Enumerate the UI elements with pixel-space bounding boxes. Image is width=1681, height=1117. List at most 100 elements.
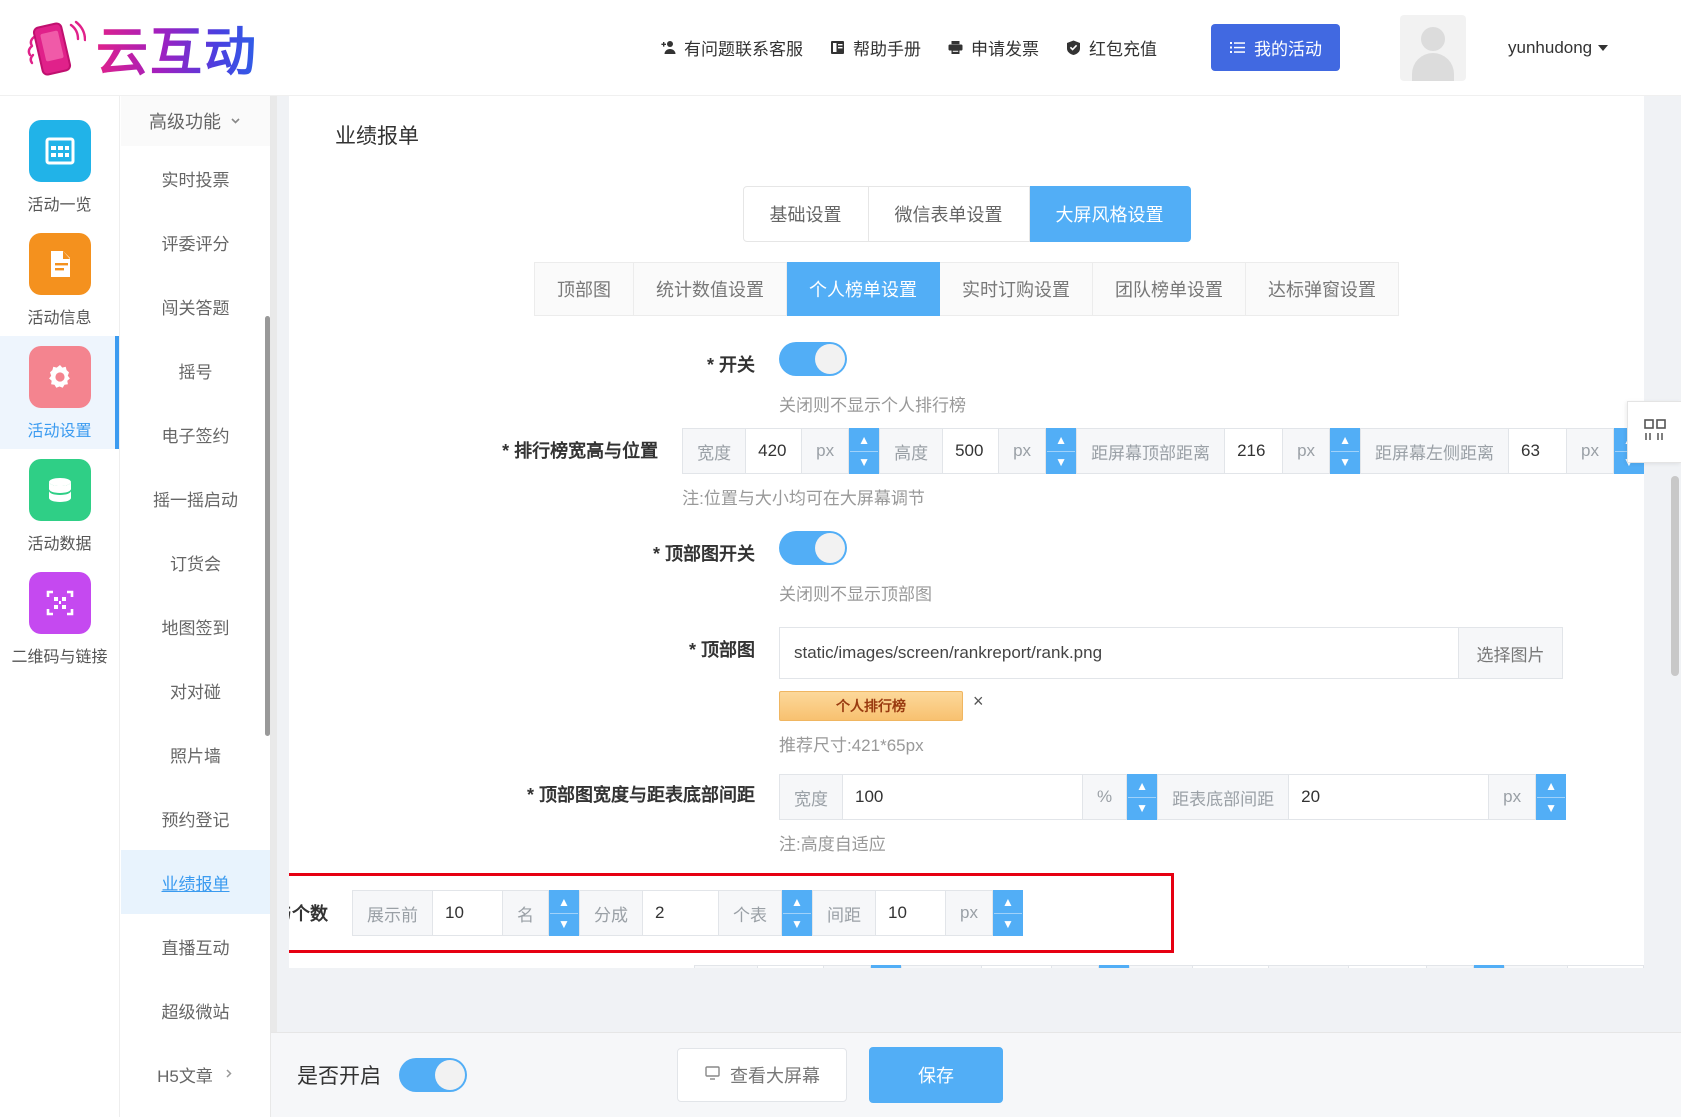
tab-achievement-popup-settings[interactable]: 达标弹窗设置 bbox=[1246, 262, 1399, 316]
sidebar-item-activity-list[interactable]: 活动一览 bbox=[0, 110, 119, 223]
height-input[interactable]: 500 bbox=[943, 428, 1000, 474]
close-icon[interactable]: × bbox=[973, 691, 984, 712]
outer-border-addon: 外边界 bbox=[901, 965, 983, 968]
menu-item-shake-start[interactable]: 摇一摇启动 bbox=[121, 466, 270, 530]
app-root: 云互动 有问题联系客服 帮助手册 申请发票 红包充值 我的活动 yunhudon… bbox=[0, 0, 1681, 1117]
row-height-unit: px bbox=[824, 965, 872, 968]
nav-item-contact-support[interactable]: 有问题联系客服 bbox=[660, 35, 803, 60]
view-bigscreen-button[interactable]: 查看大屏幕 bbox=[677, 1048, 847, 1102]
top-offset-input[interactable]: 216 bbox=[1225, 428, 1284, 474]
menu-item-label: 业绩报单 bbox=[161, 874, 230, 894]
outer-color-picker[interactable] bbox=[1193, 965, 1270, 968]
inner-color-picker[interactable] bbox=[1568, 965, 1644, 968]
tab-bigscreen-style-settings[interactable]: 大屏风格设置 bbox=[1029, 186, 1191, 242]
choose-image-button[interactable]: 选择图片 bbox=[1459, 627, 1563, 679]
tab-top-image[interactable]: 顶部图 bbox=[534, 262, 634, 316]
gear-icon bbox=[28, 346, 91, 408]
menu-item-photo-wall[interactable]: 照片墙 bbox=[121, 722, 270, 786]
topimage-gap-stepper[interactable]: ▲ ▼ bbox=[1536, 774, 1567, 820]
top-offset-unit: px bbox=[1283, 428, 1331, 474]
width-input[interactable]: 420 bbox=[746, 428, 803, 474]
outer-border-input[interactable]: 2 bbox=[982, 965, 1053, 968]
menu-item-lottery-number[interactable]: 摇号 bbox=[121, 338, 270, 402]
logo[interactable]: 云互动 bbox=[0, 10, 330, 85]
tab-personal-ranking-settings[interactable]: 个人榜单设置 bbox=[787, 262, 940, 316]
menu-header-label: 高级功能 bbox=[149, 112, 221, 132]
menu-item-label: 摇一摇启动 bbox=[153, 490, 238, 510]
menu-item-super-microsite[interactable]: 超级微站 bbox=[121, 978, 270, 1042]
left-offset-input[interactable]: 63 bbox=[1509, 428, 1568, 474]
top-image-thumbnail[interactable]: 个人排行榜 bbox=[779, 691, 963, 721]
sidebar-item-activity-settings[interactable]: 活动设置 bbox=[0, 336, 119, 449]
top-offset-stepper[interactable]: ▲ ▼ bbox=[1330, 428, 1361, 474]
topimage-size-input-group: 宽度 100 % ▲ ▼ 距表底部间距 20 px ▲ ▼ bbox=[779, 774, 1644, 820]
row-height-input[interactable]: 50 bbox=[758, 965, 825, 968]
sidebar-item-label: 活动一览 bbox=[27, 197, 92, 214]
menu-scrollbar[interactable] bbox=[265, 316, 270, 736]
menu-item-reservation[interactable]: 预约登记 bbox=[121, 786, 270, 850]
page-title: 业绩报单 bbox=[335, 125, 419, 148]
grid-dots-icon bbox=[1642, 417, 1668, 448]
footer-enable-toggle[interactable] bbox=[399, 1058, 467, 1092]
menu-item-live-interaction[interactable]: 直播互动 bbox=[121, 914, 270, 978]
nav-item-help-manual[interactable]: 帮助手册 bbox=[829, 35, 921, 60]
footer-enable-group: 是否开启 bbox=[271, 1058, 467, 1092]
table-gap-stepper[interactable]: ▲ ▼ bbox=[992, 890, 1023, 936]
width-stepper[interactable]: ▲ ▼ bbox=[849, 428, 880, 474]
tab-realtime-order-settings[interactable]: 实时订购设置 bbox=[940, 262, 1093, 316]
outer-border-stepper[interactable]: ▲▼ bbox=[1099, 965, 1130, 968]
outer-border-unit: px bbox=[1052, 965, 1100, 968]
topimage-width-input[interactable]: 100 bbox=[843, 774, 1083, 820]
split-stepper[interactable]: ▲ ▼ bbox=[782, 890, 812, 936]
nav-item-redpacket-recharge[interactable]: 红包充值 bbox=[1065, 35, 1157, 60]
topimage-width-stepper[interactable]: ▲ ▼ bbox=[1127, 774, 1158, 820]
menu-header-advanced-features[interactable]: 高级功能 bbox=[121, 96, 270, 146]
menu-item-esign[interactable]: 电子签约 bbox=[121, 402, 270, 466]
chevron-down-icon bbox=[229, 111, 242, 132]
personal-ranking-toggle[interactable] bbox=[779, 342, 847, 376]
nav-item-request-invoice[interactable]: 申请发票 bbox=[947, 35, 1039, 60]
tab-wechat-form-settings[interactable]: 微信表单设置 bbox=[868, 186, 1030, 242]
menu-item-performance-report[interactable]: 业绩报单 bbox=[121, 850, 270, 914]
save-button[interactable]: 保存 bbox=[869, 1047, 1003, 1103]
topimage-gap-input[interactable]: 20 bbox=[1289, 774, 1490, 820]
tab-stats-value-settings[interactable]: 统计数值设置 bbox=[634, 262, 787, 316]
menu-item-map-checkin[interactable]: 地图签到 bbox=[121, 594, 270, 658]
tab-basic-settings[interactable]: 基础设置 bbox=[742, 186, 869, 242]
menu-item-match-game[interactable]: 对对碰 bbox=[121, 658, 270, 722]
form-label-topimage-switch: * 顶部图开关 bbox=[652, 544, 755, 564]
table-gap-input[interactable]: 10 bbox=[876, 890, 946, 936]
tab-team-ranking-settings[interactable]: 团队榜单设置 bbox=[1093, 262, 1246, 316]
menu-item-judge-score[interactable]: 评委评分 bbox=[121, 210, 270, 274]
top-image-toggle[interactable] bbox=[779, 531, 847, 565]
page-scrollbar-thumb[interactable] bbox=[1671, 476, 1679, 676]
menu-item-label: 预约登记 bbox=[161, 810, 230, 830]
sidebar-item-qrcode-links[interactable]: 二维码与链接 bbox=[0, 562, 119, 675]
sidebar-item-activity-info[interactable]: 活动信息 bbox=[0, 223, 119, 336]
username-menu[interactable]: yunhudong bbox=[1508, 38, 1609, 58]
show-top-input[interactable]: 10 bbox=[433, 890, 503, 936]
form-label-topimage-size: * 顶部图宽度与距表底部间距 bbox=[526, 785, 755, 805]
inner-border-stepper[interactable]: ▲▼ bbox=[1474, 965, 1504, 968]
my-activity-button[interactable]: 我的活动 bbox=[1211, 24, 1340, 71]
row-height-stepper[interactable]: ▲▼ bbox=[871, 965, 902, 968]
sidebar-item-activity-data[interactable]: 活动数据 bbox=[0, 449, 119, 562]
top-image-path-input[interactable]: static/images/screen/rankreport/rank.png bbox=[779, 627, 1459, 679]
form-row-table-data-highlighted: * 表数据与个数 展示前 10 名 ▲▼ 分成 2 个表 ▲▼ 间距 1 bbox=[289, 873, 1174, 953]
tab-label: 微信表单设置 bbox=[894, 205, 1003, 225]
form-row-topimage: * 顶部图 static/images/screen/rankreport/ra… bbox=[289, 627, 1644, 756]
phone-in-hand-icon bbox=[24, 15, 87, 81]
height-stepper[interactable]: ▲ ▼ bbox=[1046, 428, 1077, 474]
inner-border-input[interactable]: 1 bbox=[1349, 965, 1428, 968]
menu-item-quiz[interactable]: 闯关答题 bbox=[121, 274, 270, 338]
tab-label: 顶部图 bbox=[557, 280, 611, 300]
avatar[interactable] bbox=[1400, 14, 1466, 81]
menu-item-h5-article[interactable]: H5文章 bbox=[121, 1042, 270, 1106]
show-top-stepper[interactable]: ▲ ▼ bbox=[549, 890, 579, 936]
settings-form: * 开关 关闭则不显示个人排行榜 * 排行榜宽高与位置 宽度 420 px ▲ … bbox=[289, 342, 1644, 968]
menu-item-realtime-vote[interactable]: 实时投票 bbox=[121, 146, 270, 210]
menu-item-order-meeting[interactable]: 订货会 bbox=[121, 530, 270, 594]
split-input[interactable]: 2 bbox=[643, 890, 719, 936]
sidebar-item-label: 活动信息 bbox=[27, 310, 92, 327]
page-scrollbar[interactable] bbox=[1671, 96, 1679, 1117]
